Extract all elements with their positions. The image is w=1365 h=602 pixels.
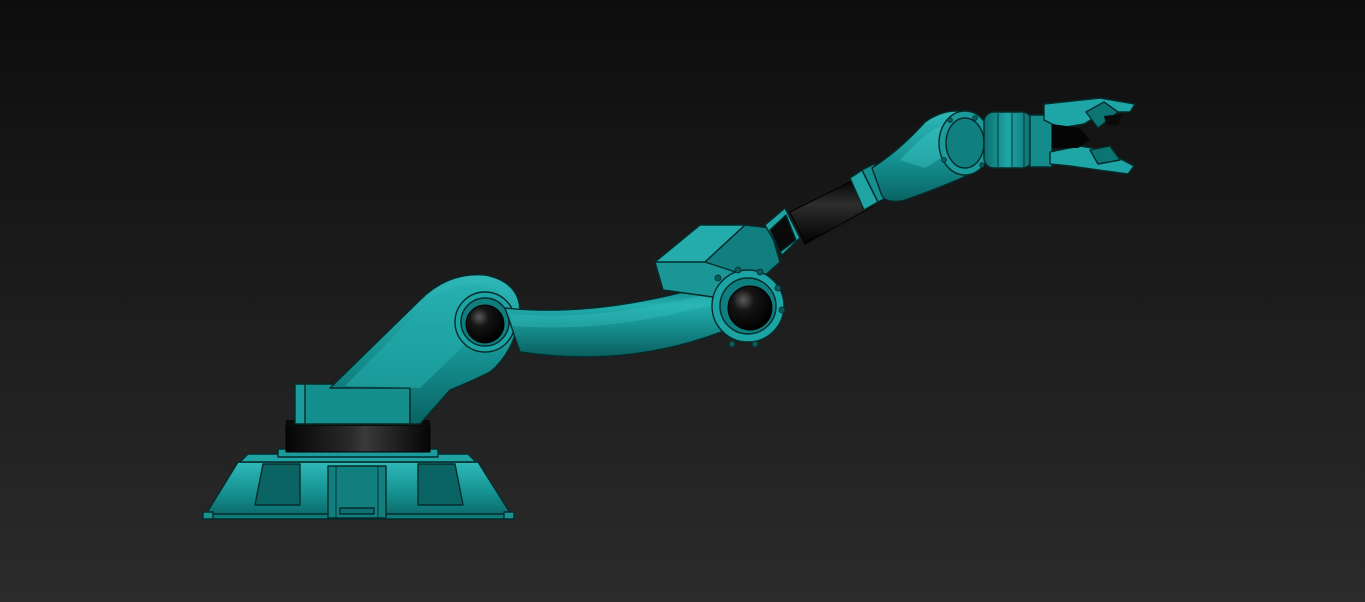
robot-arm-model[interactable] bbox=[0, 0, 1365, 602]
black-turntable-ring[interactable] bbox=[285, 420, 431, 453]
cad-viewport[interactable] bbox=[0, 0, 1365, 602]
base-pedestal[interactable] bbox=[202, 448, 515, 520]
two-finger-gripper[interactable] bbox=[1029, 97, 1136, 175]
wrist-assembly[interactable] bbox=[849, 110, 1033, 211]
shoulder-bracket[interactable] bbox=[294, 274, 521, 425]
